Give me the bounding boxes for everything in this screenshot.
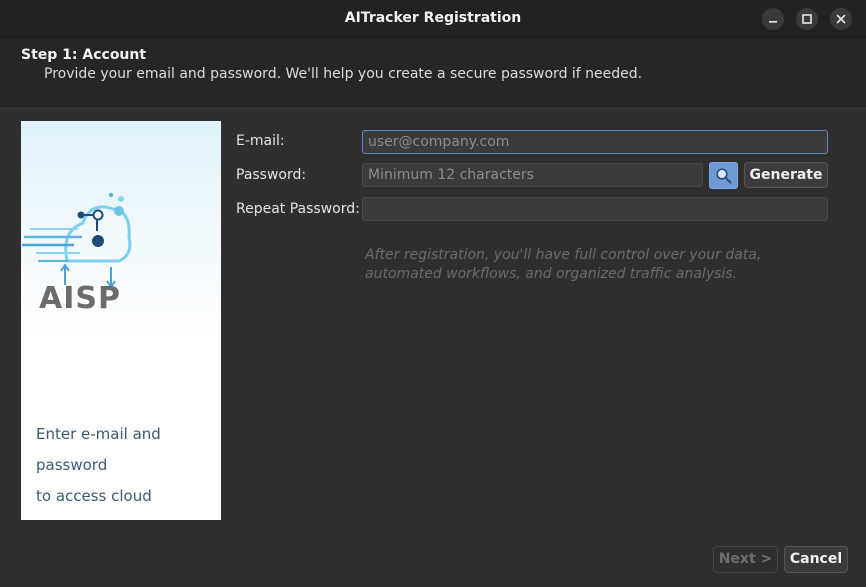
reveal-password-button[interactable] (709, 162, 738, 189)
password-label: Password: (236, 167, 307, 183)
step-title: Step 1: Account (21, 47, 147, 63)
wizard-header: Step 1: Account Provide your email and p… (0, 38, 866, 107)
info-text: After registration, you'll have full con… (365, 247, 762, 282)
window-title: AITracker Registration (344, 10, 522, 26)
banner-caption: Enter e-mail and password to access clou… (36, 419, 221, 520)
maximize-button[interactable] (796, 8, 818, 30)
minimize-icon (769, 21, 777, 23)
email-field[interactable] (362, 130, 828, 154)
minimize-button[interactable] (762, 8, 784, 30)
next-button[interactable]: Next > (713, 546, 778, 573)
repeat-password-field[interactable] (362, 197, 828, 221)
generate-button[interactable]: Generate (744, 162, 828, 188)
close-button[interactable] (830, 8, 852, 30)
banner-caption-line-2: to access cloud processing. (36, 487, 152, 520)
close-icon (836, 14, 846, 24)
side-banner: AISP Enter e-mail and password to access… (21, 121, 221, 520)
registration-window: AITracker Registration Step 1: Account P… (0, 0, 866, 587)
step-description: Provide your email and password. We'll h… (44, 66, 643, 82)
password-field[interactable] (362, 163, 703, 187)
repeat-password-label: Repeat Password: (236, 201, 360, 217)
banner-caption-line-1: Enter e-mail and password (36, 425, 161, 474)
cancel-button[interactable]: Cancel (784, 546, 848, 573)
email-label: E-mail: (236, 133, 285, 149)
maximize-icon (802, 14, 812, 24)
title-bar: AITracker Registration (0, 0, 866, 38)
search-icon (715, 167, 732, 184)
brand-logo-text: AISP (39, 281, 121, 316)
cloud-network-icon (21, 192, 132, 289)
